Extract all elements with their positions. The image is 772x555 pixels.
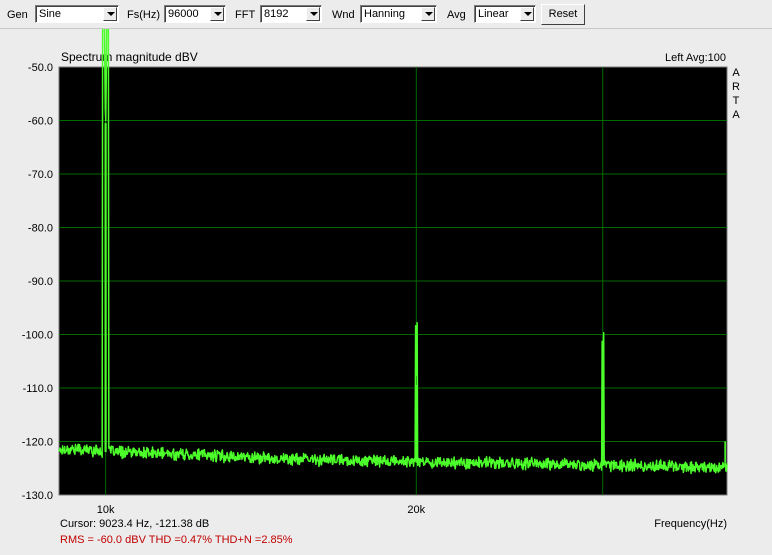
- y-tick-label: -80.0: [28, 223, 53, 235]
- chevron-down-icon: [310, 12, 318, 16]
- cursor-readout: Cursor: 9023.4 Hz, -121.38 dB: [60, 518, 209, 530]
- chevron-down-icon: [107, 12, 115, 16]
- y-tick-label: -90.0: [28, 276, 53, 288]
- fs-dropdown-button[interactable]: [210, 7, 224, 21]
- toolbar: Gen Sine Fs(Hz) 96000 FFT 8192 Wnd Hanni…: [0, 0, 772, 29]
- wnd-dropdown-button[interactable]: [421, 7, 435, 21]
- chevron-down-icon: [524, 12, 532, 16]
- chevron-down-icon: [425, 12, 433, 16]
- x-tick-label: 10k: [97, 504, 115, 516]
- arta-spectrum-window: Gen Sine Fs(Hz) 96000 FFT 8192 Wnd Hanni…: [0, 0, 772, 555]
- reset-button[interactable]: Reset: [541, 4, 585, 25]
- fft-select[interactable]: 8192: [260, 5, 322, 23]
- avg-select[interactable]: Linear: [474, 5, 536, 23]
- x-axis-label: Frequency(Hz): [654, 518, 727, 530]
- wnd-label: Wnd: [332, 9, 355, 21]
- fs-label: Fs(Hz): [127, 9, 160, 21]
- x-axis-ticks: 10k 20k: [97, 504, 426, 516]
- y-tick-label: -120.0: [22, 437, 53, 449]
- arta-watermark-letter: A: [732, 109, 740, 121]
- gen-label: Gen: [7, 9, 28, 21]
- avg-select-value: Linear: [478, 8, 509, 20]
- y-tick-label: -100.0: [22, 330, 53, 342]
- chevron-down-icon: [214, 12, 222, 16]
- y-tick-label: -130.0: [22, 490, 53, 502]
- spectrum-chart[interactable]: Spectrum magnitude dBV Left Avg:100 -50.…: [0, 29, 772, 555]
- y-tick-label: -110.0: [23, 383, 53, 395]
- spectrum-plot-panel: Spectrum magnitude dBV Left Avg:100 -50.…: [0, 29, 772, 555]
- fft-select-value: 8192: [264, 8, 289, 20]
- chart-title: Spectrum magnitude dBV: [61, 50, 198, 64]
- channel-info: Left Avg:100: [665, 52, 726, 64]
- fft-dropdown-button[interactable]: [306, 7, 320, 21]
- y-axis-ticks: -50.0 -60.0 -70.0 -80.0 -90.0 -100.0 -110.0 -12…: [22, 62, 53, 502]
- wnd-select-value: Hanning: [364, 8, 405, 20]
- gen-dropdown-button[interactable]: [103, 7, 117, 21]
- arta-watermark-letter: A: [732, 67, 740, 79]
- gen-select-value: Sine: [39, 8, 62, 20]
- x-tick-label: 20k: [407, 504, 425, 516]
- arta-watermark: ARTA: [732, 67, 740, 121]
- y-tick-label: -70.0: [28, 169, 53, 181]
- fs-select[interactable]: 96000: [164, 5, 226, 23]
- fs-select-value: 96000: [168, 8, 199, 20]
- gen-select[interactable]: Sine: [35, 5, 119, 23]
- y-tick-label: -50.0: [28, 62, 53, 74]
- y-tick-label: -60.0: [28, 116, 53, 128]
- arta-watermark-letter: R: [732, 81, 740, 93]
- avg-label: Avg: [447, 9, 466, 21]
- avg-dropdown-button[interactable]: [520, 7, 534, 21]
- measurement-stats: RMS = -60.0 dBV THD =0.47% THD+N =2.85%: [60, 534, 293, 546]
- arta-watermark-letter: T: [733, 95, 740, 107]
- fft-label: FFT: [235, 9, 256, 21]
- wnd-select[interactable]: Hanning: [360, 5, 437, 23]
